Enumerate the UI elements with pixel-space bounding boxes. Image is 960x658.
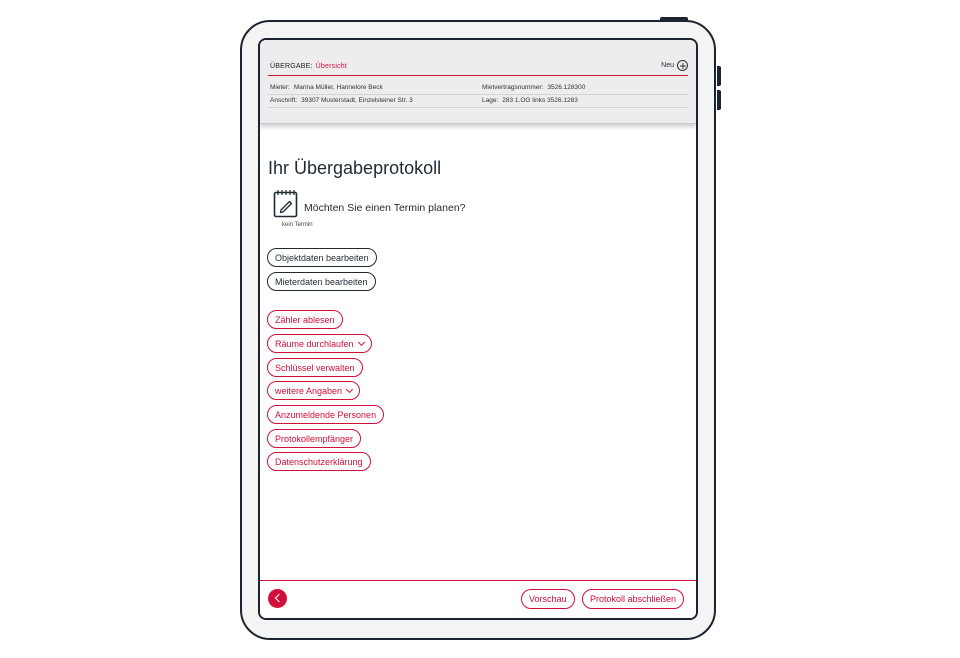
preview-button[interactable]: Vorschau — [521, 589, 575, 609]
manage-keys-button[interactable]: Schlüssel verwalten — [267, 358, 363, 377]
protocol-recipients-label: Protokollempfänger — [275, 433, 354, 444]
power-button — [660, 17, 688, 21]
chevron-left-icon — [274, 593, 283, 603]
volume-up-button — [717, 66, 721, 86]
finish-protocol-label: Protokoll abschließen — [590, 594, 677, 604]
more-details-label: weitere Angaben — [275, 385, 343, 396]
more-details-button[interactable]: weitere Angaben — [267, 381, 361, 400]
contract-label: Mietvertragsnummer: — [482, 84, 544, 91]
edit-tenant-data-button[interactable]: Mieterdaten bearbeiten — [267, 272, 376, 291]
breadcrumb: ÜBERGABE: Übersicht — [270, 63, 347, 70]
breadcrumb-section: ÜBERGABE: — [270, 63, 313, 70]
privacy-statement-button[interactable]: Datenschutzerklärung — [267, 452, 371, 471]
edit-object-data-label: Objektdaten bearbeiten — [275, 252, 369, 263]
register-persons-button[interactable]: Anzumeldende Personen — [267, 405, 385, 424]
appointment-status: kein Termin — [282, 222, 313, 228]
chevron-down-icon — [357, 338, 365, 346]
notepad-pen-icon[interactable] — [273, 189, 298, 218]
chevron-down-icon — [346, 385, 354, 393]
tablet-screen: ÜBERGABE: Übersicht Neu Mieter: Marina Mül… — [258, 38, 698, 620]
address-label: Anschrift: — [270, 97, 298, 104]
register-persons-label: Anzumeldende Personen — [275, 409, 377, 420]
tenant-value: Marina Müller, Hannelore Beck — [293, 84, 383, 91]
finish-protocol-button[interactable]: Protokoll abschließen — [582, 589, 685, 609]
manage-keys-label: Schlüssel verwalten — [275, 362, 355, 373]
back-button[interactable] — [268, 589, 287, 608]
page-title: Ihr Übergabeprotokoll — [268, 158, 442, 178]
appointment-question[interactable]: Möchten Sie einen Termin planen? — [304, 202, 466, 214]
location-value: 283 1.OG links 3526.1283 — [502, 97, 578, 104]
address-value: 39307 Musterstadt, Einzelsteiner Str. 3 — [301, 97, 413, 104]
header-divider — [268, 107, 688, 108]
new-label: Neu — [661, 62, 674, 69]
preview-label: Vorschau — [529, 594, 567, 604]
contract-value: 3526.128300 — [547, 84, 586, 91]
tenant-info: Mieter: Marina Müller, Hannelore Beck — [270, 84, 383, 91]
privacy-statement-label: Datenschutzerklärung — [275, 456, 363, 467]
footer-bar: Vorschau Protokoll abschließen — [260, 580, 696, 618]
edit-tenant-data-label: Mieterdaten bearbeiten — [275, 276, 368, 287]
walk-rooms-button[interactable]: Räume durchlaufen — [267, 334, 372, 353]
location-info: Lage: 283 1.OG links 3526.1283 — [482, 97, 578, 104]
protocol-recipients-button[interactable]: Protokollempfänger — [267, 429, 362, 448]
read-meters-button[interactable]: Zähler ablesen — [267, 310, 343, 329]
handover-header: ÜBERGABE: Übersicht Neu Mieter: Marina Mül… — [260, 40, 696, 124]
read-meters-label: Zähler ablesen — [275, 314, 335, 325]
edit-object-data-button[interactable]: Objektdaten bearbeiten — [267, 248, 377, 267]
breadcrumb-current[interactable]: Übersicht — [316, 63, 347, 70]
volume-down-button — [717, 90, 721, 110]
contract-info: Mietvertragsnummer: 3526.128300 — [482, 84, 585, 91]
walk-rooms-label: Räume durchlaufen — [275, 338, 354, 349]
plus-circle-icon — [677, 60, 688, 71]
new-button[interactable]: Neu — [661, 60, 688, 71]
tenant-label: Mieter: — [270, 84, 290, 91]
address-info: Anschrift: 39307 Musterstadt, Einzelstein… — [270, 97, 413, 104]
location-label: Lage: — [482, 97, 499, 104]
header-title-row: ÜBERGABE: Übersicht Neu — [268, 60, 688, 76]
header-divider — [268, 94, 688, 95]
